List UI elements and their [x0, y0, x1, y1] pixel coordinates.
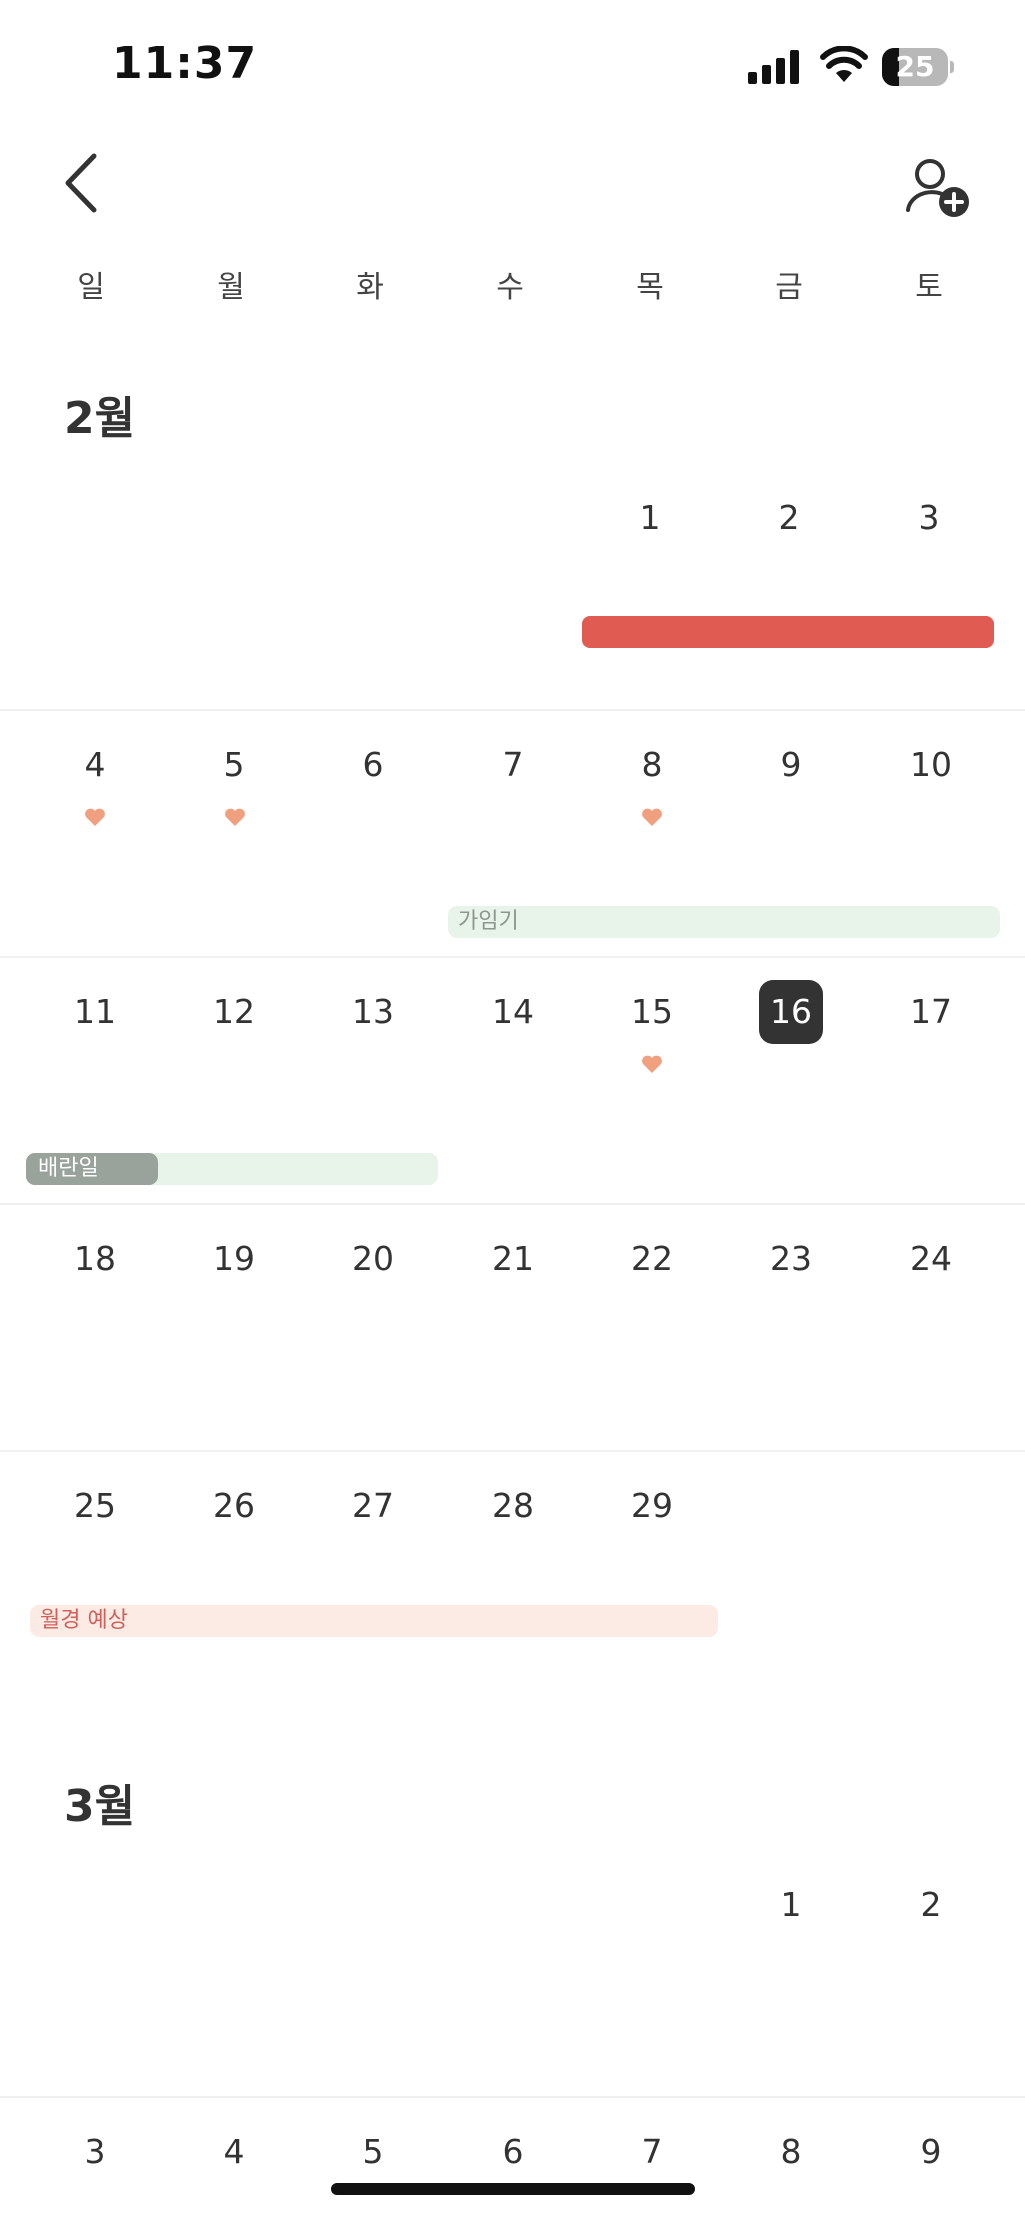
- calendar-day[interactable]: 26: [164, 1481, 304, 1531]
- calendar-day[interactable]: 9: [721, 740, 861, 790]
- heart-icon: [85, 808, 105, 826]
- fertile-window-label: 가임기: [458, 909, 519, 934]
- calendar-day[interactable]: 7: [582, 2127, 722, 2177]
- heart-icon: [225, 808, 245, 826]
- week-divider: [0, 2096, 1025, 2098]
- calendar-day[interactable]: 14: [443, 987, 583, 1037]
- calendar-day[interactable]: 18: [25, 1234, 165, 1284]
- home-indicator[interactable]: [331, 2183, 695, 2195]
- calendar-day[interactable]: 15: [582, 987, 722, 1037]
- calendar-day[interactable]: 11: [25, 987, 165, 1037]
- week-divider: [0, 956, 1025, 958]
- expected-period-bar[interactable]: 월경 예상: [30, 1605, 718, 1637]
- weekday-mon: 월: [217, 270, 245, 305]
- calendar-day[interactable]: 4: [164, 2127, 304, 2177]
- calendar-day[interactable]: 17: [861, 987, 1001, 1037]
- week-divider: [0, 709, 1025, 711]
- weekday-thu: 목: [636, 270, 664, 305]
- week-divider: [0, 1203, 1025, 1205]
- calendar-day[interactable]: 13: [303, 987, 443, 1037]
- calendar-day[interactable]: 3: [859, 493, 999, 543]
- battery-icon: 25: [882, 48, 954, 86]
- ovulation-day-chip: 배란일: [26, 1153, 158, 1185]
- chevron-left-icon[interactable]: [56, 150, 108, 216]
- battery-level: 25: [895, 50, 935, 83]
- calendar-day[interactable]: 9: [861, 2127, 1001, 2177]
- fertile-window-bar[interactable]: 가임기: [448, 906, 1000, 938]
- calendar-day[interactable]: 1: [721, 1880, 861, 1930]
- calendar-day[interactable]: 6: [303, 740, 443, 790]
- calendar-day[interactable]: 2: [719, 493, 859, 543]
- calendar-day-today[interactable]: 16: [721, 987, 861, 1037]
- month-title-feb: 2월: [64, 393, 136, 444]
- calendar-day[interactable]: 6: [443, 2127, 583, 2177]
- status-time: 11:37: [112, 38, 258, 89]
- calendar-day[interactable]: 3: [25, 2127, 165, 2177]
- calendar-day[interactable]: 7: [443, 740, 583, 790]
- weekday-tue: 화: [356, 270, 384, 305]
- weekday-wed: 수: [496, 270, 524, 305]
- calendar-day[interactable]: 2: [861, 1880, 1001, 1930]
- calendar-day[interactable]: 4: [25, 740, 165, 790]
- calendar-day[interactable]: 10: [861, 740, 1001, 790]
- calendar-day[interactable]: 12: [164, 987, 304, 1037]
- heart-icon: [642, 808, 662, 826]
- expected-period-label: 월경 예상: [40, 1608, 128, 1633]
- calendar-day[interactable]: 5: [164, 740, 304, 790]
- calendar-day[interactable]: 28: [443, 1481, 583, 1531]
- calendar-day[interactable]: 27: [303, 1481, 443, 1531]
- person-add-icon[interactable]: [904, 156, 974, 222]
- calendar-day[interactable]: 24: [861, 1234, 1001, 1284]
- calendar-day[interactable]: 1: [580, 493, 720, 543]
- calendar-day[interactable]: 25: [25, 1481, 165, 1531]
- calendar-day[interactable]: 29: [582, 1481, 722, 1531]
- calendar-day[interactable]: 8: [582, 740, 722, 790]
- calendar-day[interactable]: 22: [582, 1234, 722, 1284]
- calendar-day[interactable]: 21: [443, 1234, 583, 1284]
- cellular-signal-icon: [748, 50, 799, 84]
- wifi-icon: [820, 46, 868, 82]
- weekday-sat: 토: [915, 270, 943, 305]
- calendar-day[interactable]: 20: [303, 1234, 443, 1284]
- ovulation-label: 배란일: [38, 1156, 99, 1181]
- calendar-day[interactable]: 19: [164, 1234, 304, 1284]
- weekday-sun: 일: [77, 270, 105, 305]
- heart-icon: [642, 1055, 662, 1073]
- ovulation-bar[interactable]: 배란일: [26, 1153, 438, 1185]
- calendar-day[interactable]: 5: [303, 2127, 443, 2177]
- week-divider: [0, 1450, 1025, 1452]
- month-title-mar: 3월: [64, 1781, 136, 1832]
- period-bar[interactable]: [582, 616, 994, 648]
- calendar-day[interactable]: 23: [721, 1234, 861, 1284]
- calendar-day[interactable]: 8: [721, 2127, 861, 2177]
- weekday-fri: 금: [775, 270, 803, 305]
